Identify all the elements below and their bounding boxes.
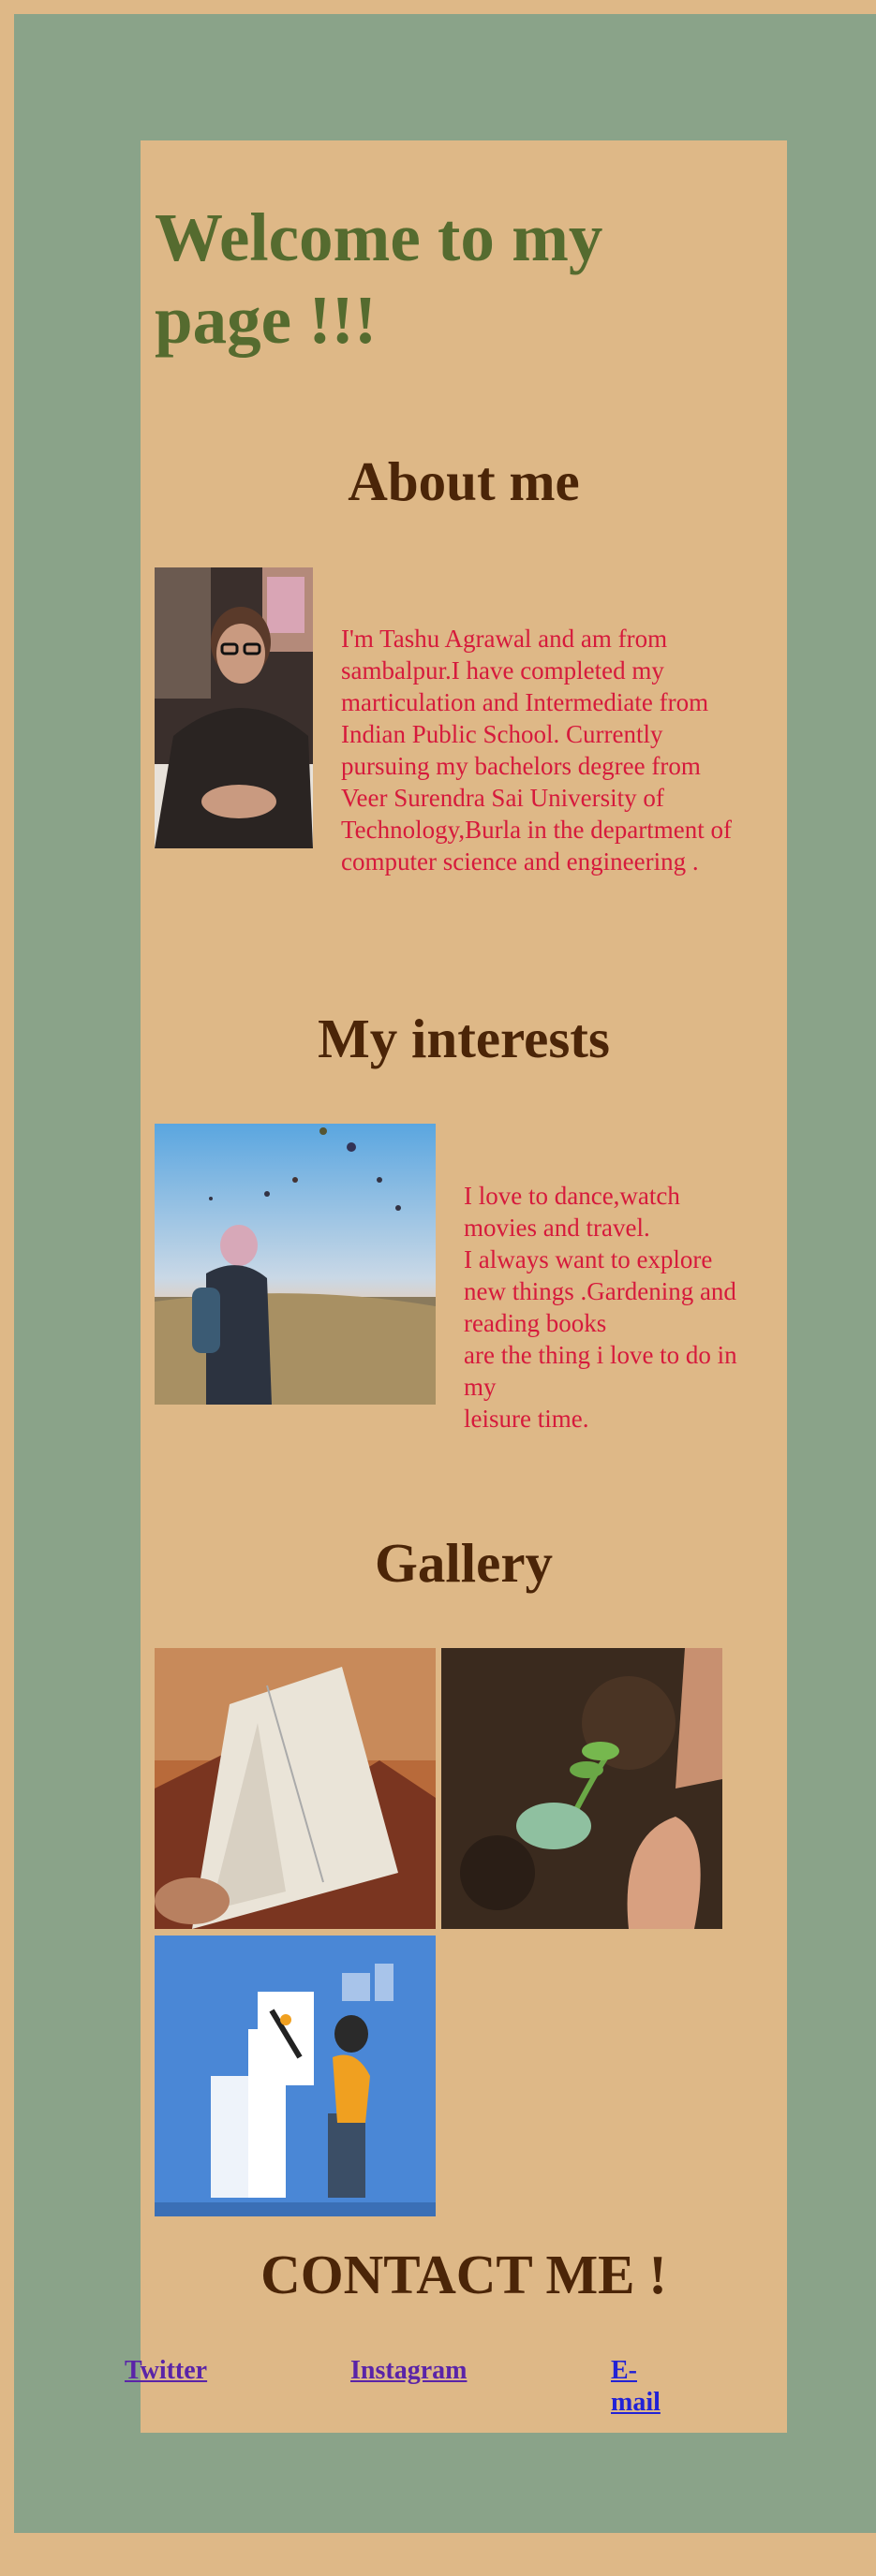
about-heading: About me xyxy=(348,450,580,512)
travel-photo xyxy=(155,1124,436,1405)
gallery-image-gardening xyxy=(441,1648,722,1929)
page-background: Welcome to my page !!! About me I'm Tash… xyxy=(14,14,876,2533)
twitter-link[interactable]: Twitter xyxy=(125,2355,207,2387)
interests-line-4: leisure time. xyxy=(464,1405,589,1433)
email-link[interactable]: E-mail xyxy=(611,2355,667,2419)
gallery-heading: Gallery xyxy=(374,1532,554,1594)
profile-photo xyxy=(155,567,313,848)
contact-heading: CONTACT ME ! xyxy=(260,2244,667,2305)
page-title: Welcome to my page !!! xyxy=(155,199,603,358)
content-card: Welcome to my page !!! About me I'm Tash… xyxy=(125,140,787,2433)
gallery-image-painting xyxy=(155,1936,436,2216)
instagram-link[interactable]: Instagram xyxy=(350,2355,467,2387)
gallery-image-reading xyxy=(155,1648,436,1929)
interests-paragraph: I love to dance,watch movies and travel.… xyxy=(464,1180,754,1435)
interests-line-3: are the thing i love to do in my xyxy=(464,1341,737,1401)
interests-line-2: I always want to explore new things .Gar… xyxy=(464,1245,736,1337)
interests-line-1: I love to dance,watch movies and travel. xyxy=(464,1182,680,1242)
about-paragraph: I'm Tashu Agrawal and am from sambalpur.… xyxy=(341,625,732,876)
interests-heading: My interests xyxy=(318,1008,610,1069)
